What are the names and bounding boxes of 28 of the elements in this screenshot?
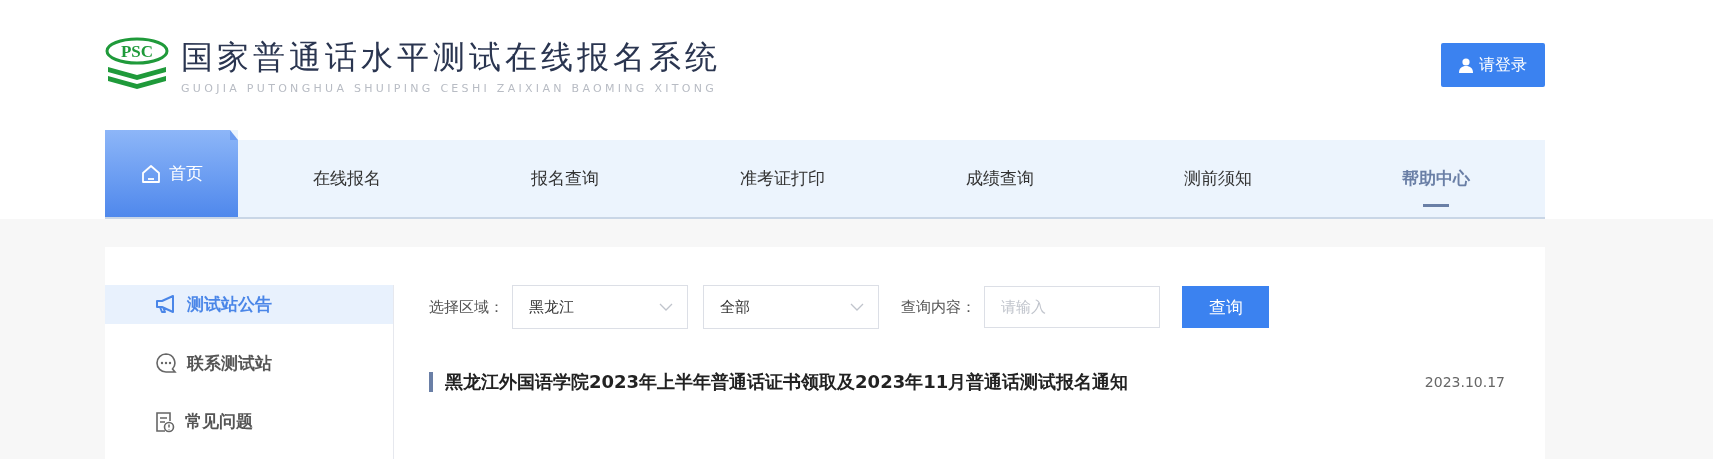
query-label: 查询内容： xyxy=(901,297,976,317)
user-icon xyxy=(1459,57,1473,73)
chevron-down-icon xyxy=(850,303,864,311)
region-select[interactable]: 黑龙江 xyxy=(512,285,688,329)
nav-tab[interactable]: 在线报名 xyxy=(238,140,456,217)
nav-tab[interactable]: 准考证打印 xyxy=(673,140,892,217)
login-button[interactable]: 请登录 xyxy=(1441,43,1545,87)
sidebar-item[interactable]: 联系测试站 xyxy=(105,343,393,383)
site-title: 国家普通话水平测试在线报名系统 xyxy=(181,36,721,78)
search-button[interactable]: 查询 xyxy=(1182,286,1269,328)
query-input[interactable]: 请输入 xyxy=(984,286,1160,328)
nav-tab[interactable]: 报名查询 xyxy=(455,140,674,217)
site-subtitle: GUOJIA PUTONGHUA SHUIPING CESHI ZAIXIAN BAOMING XITONG xyxy=(181,81,719,95)
category-select[interactable]: 全部 xyxy=(703,285,879,329)
nav-tab[interactable]: 测前须知 xyxy=(1109,140,1328,217)
nav-tab[interactable]: 成绩查询 xyxy=(891,140,1110,217)
active-underline xyxy=(1423,204,1450,207)
document-alert-icon xyxy=(155,410,175,433)
notice-date: 2023.10.17 xyxy=(1424,374,1505,390)
home-icon xyxy=(140,163,161,184)
chat-bubble-icon xyxy=(155,352,177,374)
nav-tab[interactable]: 帮助中心 xyxy=(1327,140,1545,217)
megaphone-icon xyxy=(155,294,177,315)
chevron-down-icon xyxy=(659,303,673,311)
sidebar-item[interactable]: 常见问题 xyxy=(105,402,393,441)
folded-corner xyxy=(230,130,238,140)
region-label: 选择区域： xyxy=(429,297,504,317)
notice-title[interactable]: 黑龙江外国语学院2023年上半年普通话证书领取及2023年11月普通话测试报名通知 xyxy=(429,372,1129,392)
